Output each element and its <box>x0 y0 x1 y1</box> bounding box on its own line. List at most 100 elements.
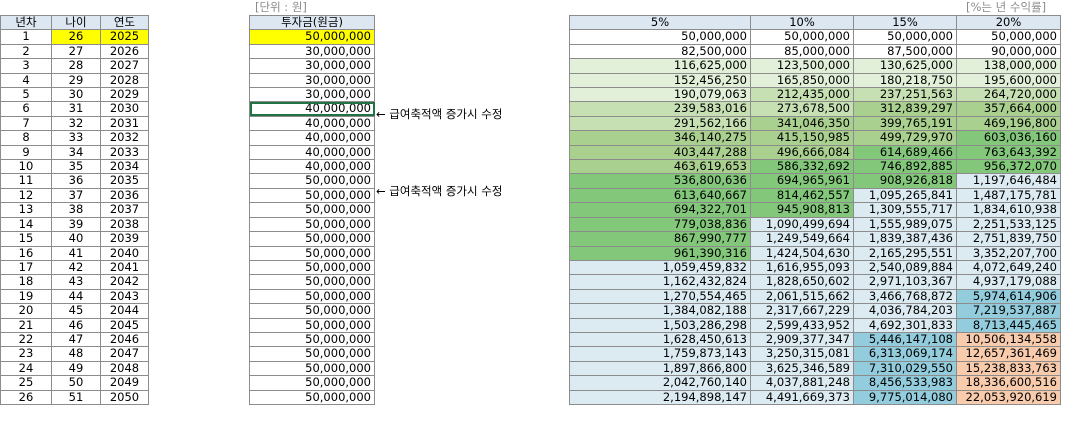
investment-cell[interactable]: 30,000,000 <box>249 72 375 89</box>
return-value-cell[interactable]: 1,270,554,465 <box>569 288 751 305</box>
return-value-cell[interactable]: 536,800,636 <box>569 173 751 189</box>
header-year[interactable]: 연도 <box>100 14 149 31</box>
return-value-cell[interactable]: 1,834,610,938 <box>956 202 1061 218</box>
return-value-cell[interactable]: 1,828,650,602 <box>750 274 854 290</box>
header-year-number[interactable]: 년차 <box>0 14 52 31</box>
return-value-cell[interactable]: 346,140,275 <box>569 130 751 146</box>
year-number-cell[interactable]: 16 <box>0 245 52 261</box>
age-cell[interactable]: 44 <box>51 288 101 305</box>
return-value-cell[interactable]: 2,540,089,884 <box>853 259 957 276</box>
year-cell[interactable]: 2048 <box>100 360 149 377</box>
return-value-cell[interactable]: 867,990,777 <box>569 231 751 247</box>
age-cell[interactable]: 51 <box>51 389 101 405</box>
return-value-cell[interactable]: 50,000,000 <box>569 29 751 45</box>
return-value-cell[interactable]: 357,664,000 <box>956 101 1061 117</box>
year-number-cell[interactable]: 2 <box>0 43 52 60</box>
age-cell[interactable]: 42 <box>51 259 101 276</box>
age-cell[interactable]: 26 <box>51 29 101 45</box>
return-value-cell[interactable]: 814,462,557 <box>750 187 854 204</box>
age-cell[interactable]: 31 <box>51 101 101 117</box>
return-value-cell[interactable]: 8,456,533,983 <box>853 375 957 391</box>
year-number-cell[interactable]: 19 <box>0 288 52 305</box>
return-value-cell[interactable]: 1,095,265,841 <box>853 187 957 204</box>
year-cell[interactable]: 2035 <box>100 173 149 189</box>
return-value-cell[interactable]: 961,390,316 <box>569 245 751 261</box>
year-cell[interactable]: 2041 <box>100 259 149 276</box>
return-value-cell[interactable]: 1,503,286,298 <box>569 317 751 333</box>
return-value-cell[interactable]: 779,038,836 <box>569 216 751 233</box>
return-value-cell[interactable]: 195,600,000 <box>956 72 1061 89</box>
header-age[interactable]: 나이 <box>51 14 101 31</box>
return-value-cell[interactable]: 10,506,134,558 <box>956 331 1061 348</box>
return-value-cell[interactable]: 945,908,813 <box>750 202 854 218</box>
age-cell[interactable]: 45 <box>51 303 101 319</box>
return-value-cell[interactable]: 1,059,459,832 <box>569 259 751 276</box>
year-cell[interactable]: 2043 <box>100 288 149 305</box>
year-number-cell[interactable]: 4 <box>0 72 52 89</box>
return-value-cell[interactable]: 2,251,533,125 <box>956 216 1061 233</box>
return-value-cell[interactable]: 165,850,000 <box>750 72 854 89</box>
age-cell[interactable]: 35 <box>51 159 101 175</box>
return-value-cell[interactable]: 239,583,016 <box>569 101 751 117</box>
return-value-cell[interactable]: 496,666,084 <box>750 144 854 161</box>
return-value-cell[interactable]: 1,839,387,436 <box>853 231 957 247</box>
age-cell[interactable]: 39 <box>51 216 101 233</box>
year-cell[interactable]: 2039 <box>100 231 149 247</box>
age-cell[interactable]: 37 <box>51 187 101 204</box>
investment-cell[interactable]: 50,000,000 <box>249 288 375 305</box>
year-number-cell[interactable]: 26 <box>0 389 52 405</box>
return-value-cell[interactable]: 7,310,029,550 <box>853 360 957 377</box>
investment-cell[interactable]: 50,000,000 <box>249 317 375 333</box>
return-value-cell[interactable]: 130,625,000 <box>853 58 957 74</box>
return-value-cell[interactable]: 50,000,000 <box>956 29 1061 45</box>
header-rate-10[interactable]: 10% <box>750 14 854 31</box>
return-value-cell[interactable]: 3,352,207,700 <box>956 245 1061 261</box>
investment-cell[interactable]: 50,000,000 <box>249 187 375 204</box>
age-cell[interactable]: 49 <box>51 360 101 377</box>
header-rate-15[interactable]: 15% <box>853 14 957 31</box>
year-number-cell[interactable]: 14 <box>0 216 52 233</box>
year-cell[interactable]: 2030 <box>100 101 149 117</box>
return-value-cell[interactable]: 2,165,295,551 <box>853 245 957 261</box>
return-value-cell[interactable]: 3,466,768,872 <box>853 288 957 305</box>
year-number-cell[interactable]: 23 <box>0 346 52 362</box>
return-value-cell[interactable]: 212,435,000 <box>750 87 854 103</box>
year-number-cell[interactable]: 20 <box>0 303 52 319</box>
return-value-cell[interactable]: 190,079,063 <box>569 87 751 103</box>
return-value-cell[interactable]: 403,447,288 <box>569 144 751 161</box>
return-value-cell[interactable]: 1,249,549,664 <box>750 231 854 247</box>
return-value-cell[interactable]: 9,775,014,080 <box>853 389 957 405</box>
investment-cell[interactable]: 40,000,000 <box>249 144 375 161</box>
return-value-cell[interactable]: 341,046,350 <box>750 115 854 132</box>
year-cell[interactable]: 2025 <box>100 29 149 45</box>
age-cell[interactable]: 30 <box>51 87 101 103</box>
age-cell[interactable]: 46 <box>51 317 101 333</box>
return-value-cell[interactable]: 7,219,537,887 <box>956 303 1061 319</box>
return-value-cell[interactable]: 2,194,898,147 <box>569 389 751 405</box>
year-number-cell[interactable]: 6 <box>0 101 52 117</box>
return-value-cell[interactable]: 85,000,000 <box>750 43 854 60</box>
return-value-cell[interactable]: 2,317,667,229 <box>750 303 854 319</box>
investment-cell[interactable]: 50,000,000 <box>249 303 375 319</box>
investment-cell[interactable]: 50,000,000 <box>249 375 375 391</box>
return-value-cell[interactable]: 4,036,784,203 <box>853 303 957 319</box>
investment-cell[interactable]: 50,000,000 <box>249 29 375 45</box>
header-rate-20[interactable]: 20% <box>956 14 1061 31</box>
return-value-cell[interactable]: 180,218,750 <box>853 72 957 89</box>
investment-cell[interactable]: 50,000,000 <box>249 173 375 189</box>
return-value-cell[interactable]: 4,037,881,248 <box>750 375 854 391</box>
return-value-cell[interactable]: 1,424,504,630 <box>750 245 854 261</box>
investment-cell-selected[interactable]: 40,000,000 <box>249 101 375 117</box>
year-cell[interactable]: 2034 <box>100 159 149 175</box>
year-number-cell[interactable]: 11 <box>0 173 52 189</box>
year-cell[interactable]: 2050 <box>100 389 149 405</box>
return-value-cell[interactable]: 956,372,070 <box>956 159 1061 175</box>
return-value-cell[interactable]: 1,162,432,824 <box>569 274 751 290</box>
return-value-cell[interactable]: 614,689,466 <box>853 144 957 161</box>
return-value-cell[interactable]: 22,053,920,619 <box>956 389 1061 405</box>
return-value-cell[interactable]: 2,599,433,952 <box>750 317 854 333</box>
return-value-cell[interactable]: 237,251,563 <box>853 87 957 103</box>
return-value-cell[interactable]: 264,720,000 <box>956 87 1061 103</box>
return-value-cell[interactable]: 463,619,653 <box>569 159 751 175</box>
year-number-cell[interactable]: 22 <box>0 331 52 348</box>
